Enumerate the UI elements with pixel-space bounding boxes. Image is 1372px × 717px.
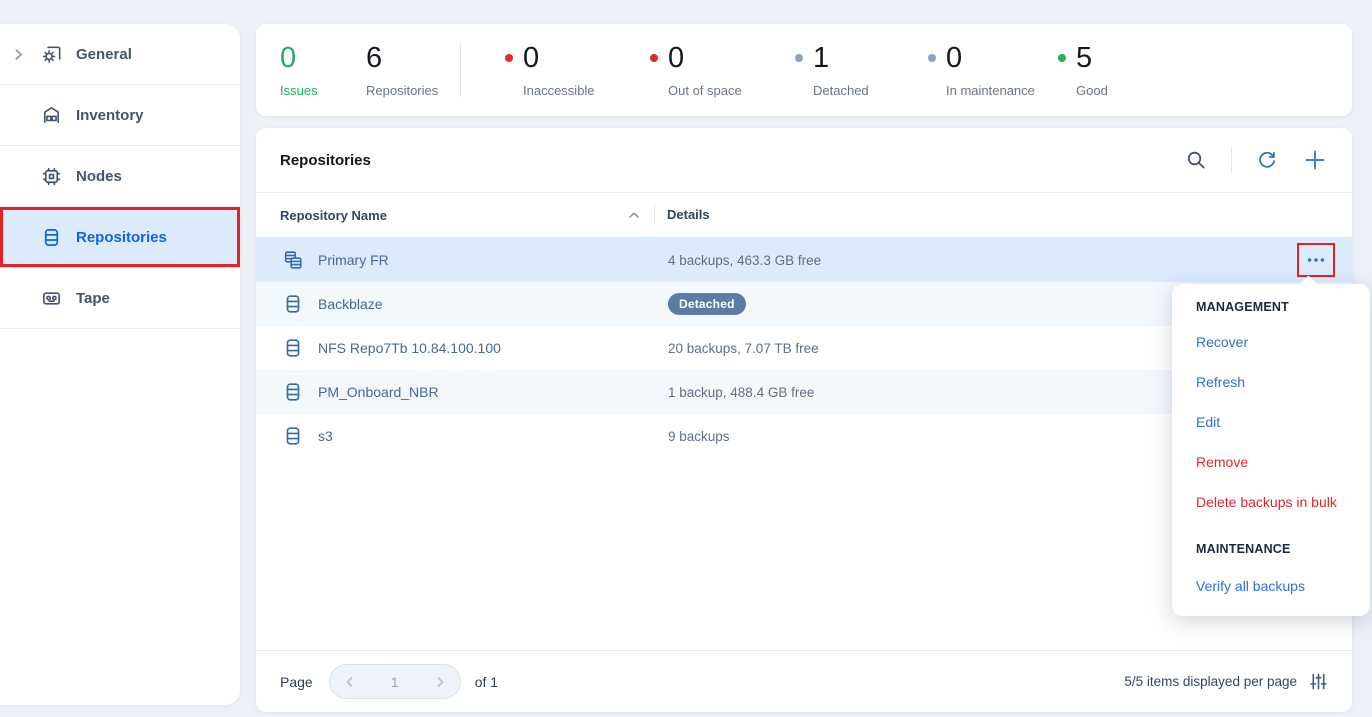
- repository-stats-bar: 0 Issues 6 Repositories 0 Inaccessible 0…: [256, 24, 1352, 116]
- repositories-icon: [38, 224, 64, 250]
- sidebar-item-general[interactable]: General: [0, 24, 240, 85]
- page-title: Repositories: [280, 152, 371, 169]
- stat-inaccessible: 0 Inaccessible: [505, 42, 650, 98]
- tape-icon: [38, 285, 64, 311]
- sidebar-item-tape[interactable]: Tape: [0, 268, 240, 329]
- sort-ascending-icon[interactable]: [628, 211, 640, 219]
- sidebar-item-label: Inventory: [76, 107, 144, 124]
- repository-details: 20 backups, 7.07 TB free: [668, 341, 819, 356]
- repository-icon: [282, 425, 304, 447]
- page-count-label: of 1: [475, 674, 498, 690]
- slate-status-dot: [928, 54, 936, 62]
- add-repository-button[interactable]: [1302, 147, 1328, 173]
- stat-label: Inaccessible: [523, 83, 650, 98]
- red-status-dot: [650, 54, 658, 62]
- menu-item-remove[interactable]: Remove: [1196, 442, 1370, 482]
- row-actions-context-menu: MANAGEMENT Recover Refresh Edit Remove D…: [1172, 284, 1370, 616]
- stat-value: 0: [668, 44, 684, 73]
- stat-value: 6: [366, 44, 382, 73]
- chevron-right-icon[interactable]: [12, 48, 38, 61]
- next-page-button[interactable]: [433, 675, 447, 689]
- detached-status-badge: Detached: [668, 293, 746, 315]
- stat-label: Issues: [280, 83, 366, 98]
- table-footer: Page 1 of 1 5/5 items displayed per page: [256, 650, 1352, 712]
- sidebar: General Inventory Nodes: [0, 24, 240, 705]
- column-header-repository-name[interactable]: Repository Name: [280, 208, 387, 223]
- stat-value: 1: [813, 44, 829, 73]
- stat-label: Good: [1076, 83, 1158, 98]
- sidebar-item-label: Repositories: [76, 229, 167, 246]
- repository-name: s3: [318, 428, 668, 444]
- sidebar-item-repositories[interactable]: Repositories: [0, 207, 240, 268]
- stat-good: 5 Good: [1058, 42, 1158, 98]
- sidebar-item-label: Nodes: [76, 168, 122, 185]
- stat-value: 5: [1076, 44, 1092, 73]
- stat-label: Repositories: [366, 83, 460, 98]
- nodes-icon: [38, 163, 64, 189]
- menu-item-refresh[interactable]: Refresh: [1196, 362, 1370, 402]
- stat-detached: 1 Detached: [795, 42, 928, 98]
- inventory-icon: [38, 102, 64, 128]
- table-row-primary-fr[interactable]: Primary FR 4 backups, 463.3 GB free: [256, 238, 1352, 282]
- toolbar-divider: [1231, 147, 1232, 173]
- stat-issues: 0 Issues: [280, 42, 366, 98]
- current-page-number: 1: [391, 674, 399, 690]
- stat-value: 0: [946, 44, 962, 73]
- repository-details: 1 backup, 488.4 GB free: [668, 385, 814, 400]
- red-status-dot: [505, 54, 513, 62]
- menu-item-edit[interactable]: Edit: [1196, 402, 1370, 442]
- table-header: Repository Name Details: [256, 193, 1352, 238]
- pagination-control: 1: [329, 664, 461, 699]
- repository-name: NFS Repo7Tb 10.84.100.100: [318, 340, 668, 356]
- stat-label: In maintenance: [946, 83, 1058, 98]
- ellipsis-icon: [1305, 255, 1327, 265]
- repository-details: 9 backups: [668, 429, 730, 444]
- panel-header: Repositories: [256, 128, 1352, 193]
- scale-out-repository-icon: [282, 249, 304, 271]
- repository-name: PM_Onboard_NBR: [318, 384, 668, 400]
- column-header-details[interactable]: Details: [667, 207, 710, 222]
- stat-repositories: 6 Repositories: [366, 42, 460, 98]
- search-button[interactable]: [1183, 147, 1209, 173]
- menu-item-recover[interactable]: Recover: [1196, 322, 1370, 362]
- menu-item-verify-all-backups[interactable]: Verify all backups: [1196, 566, 1370, 606]
- page-label: Page: [280, 674, 313, 690]
- items-per-page-text: 5/5 items displayed per page: [1124, 674, 1297, 689]
- stat-out-of-space: 0 Out of space: [650, 42, 795, 98]
- general-icon: [38, 41, 64, 67]
- stats-divider: [460, 43, 461, 97]
- repository-icon: [282, 337, 304, 359]
- stat-value: 0: [280, 44, 296, 73]
- stat-label: Out of space: [668, 83, 795, 98]
- sidebar-item-inventory[interactable]: Inventory: [0, 85, 240, 146]
- refresh-button[interactable]: [1254, 147, 1280, 173]
- menu-section-maintenance: MAINTENANCE: [1196, 522, 1370, 566]
- menu-item-delete-backups-in-bulk[interactable]: Delete backups in bulk: [1196, 482, 1370, 522]
- green-status-dot: [1058, 54, 1066, 62]
- repository-name: Primary FR: [318, 252, 668, 268]
- stat-value: 0: [523, 44, 539, 73]
- menu-section-management: MANAGEMENT: [1196, 292, 1370, 322]
- row-actions-menu-button[interactable]: [1297, 243, 1335, 277]
- repository-details: 4 backups, 463.3 GB free: [668, 253, 821, 268]
- slate-status-dot: [795, 54, 803, 62]
- sidebar-item-label: General: [76, 46, 132, 63]
- repository-icon: [282, 293, 304, 315]
- repository-icon: [282, 381, 304, 403]
- previous-page-button[interactable]: [343, 675, 357, 689]
- stat-label: Detached: [813, 83, 928, 98]
- stat-in-maintenance: 0 In maintenance: [928, 42, 1058, 98]
- per-page-settings-icon[interactable]: [1309, 672, 1328, 691]
- sidebar-item-label: Tape: [76, 290, 110, 307]
- repository-name: Backblaze: [318, 296, 668, 312]
- sidebar-item-nodes[interactable]: Nodes: [0, 146, 240, 207]
